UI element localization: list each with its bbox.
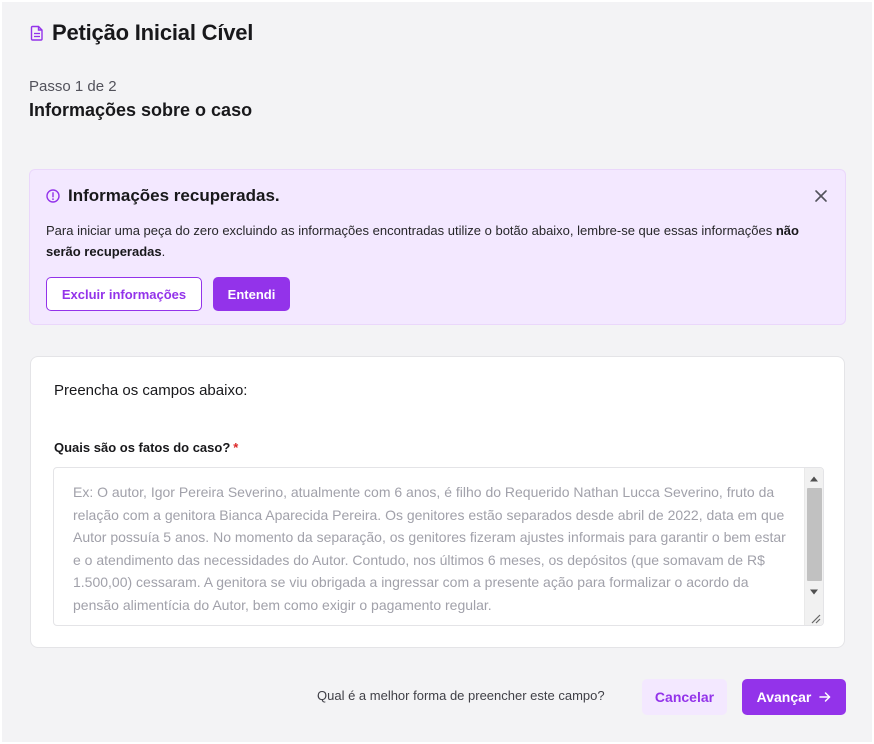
facts-label-text: Quais são os fatos do caso?: [54, 440, 231, 455]
alert-header: Informações recuperadas.: [46, 186, 280, 206]
next-button[interactable]: Avançar: [742, 679, 846, 715]
required-marker: *: [233, 440, 239, 455]
resize-handle-icon[interactable]: [809, 611, 821, 624]
scroll-down-arrow-icon[interactable]: [805, 584, 823, 600]
scroll-up-arrow-icon[interactable]: [805, 471, 823, 487]
textarea-scrollbar[interactable]: [804, 468, 823, 625]
document-icon: [30, 25, 44, 41]
help-link[interactable]: Qual é a melhor forma de preencher este …: [317, 688, 605, 703]
step-title: Informações sobre o caso: [29, 100, 253, 120]
form-heading: Preencha os campos abaixo:: [54, 382, 248, 399]
step-counter: Passo 1 de 2: [29, 78, 117, 95]
close-alert-button[interactable]: [811, 186, 831, 206]
understood-button[interactable]: Entendi: [213, 277, 290, 311]
alert-title: Informações recuperadas.: [68, 186, 280, 205]
arrow-right-icon: [819, 692, 831, 702]
recovered-info-alert: Informações recuperadas. Para iniciar um…: [29, 169, 846, 325]
page: Petição Inicial Cível Passo 1 de 2 Infor…: [2, 2, 872, 742]
alert-message-end: .: [161, 244, 166, 259]
facts-label: Quais são os fatos do caso? *: [54, 440, 238, 455]
form-card: Preencha os campos abaixo: Quais são os …: [30, 356, 845, 648]
cancel-button[interactable]: Cancelar: [642, 679, 727, 715]
alert-message-text: Para iniciar uma peça do zero excluindo …: [46, 223, 776, 238]
facts-textarea[interactable]: [54, 468, 804, 625]
facts-textarea-wrapper: [53, 467, 824, 626]
alert-message: Para iniciar uma peça do zero excluindo …: [46, 220, 826, 262]
scroll-thumb[interactable]: [807, 488, 822, 581]
page-header: Petição Inicial Cível: [30, 20, 253, 46]
close-icon: [815, 190, 827, 202]
page-title: Petição Inicial Cível: [52, 20, 254, 45]
next-button-label: Avançar: [756, 689, 812, 705]
info-circle-icon: [46, 189, 60, 203]
delete-info-button[interactable]: Excluir informações: [46, 277, 202, 311]
